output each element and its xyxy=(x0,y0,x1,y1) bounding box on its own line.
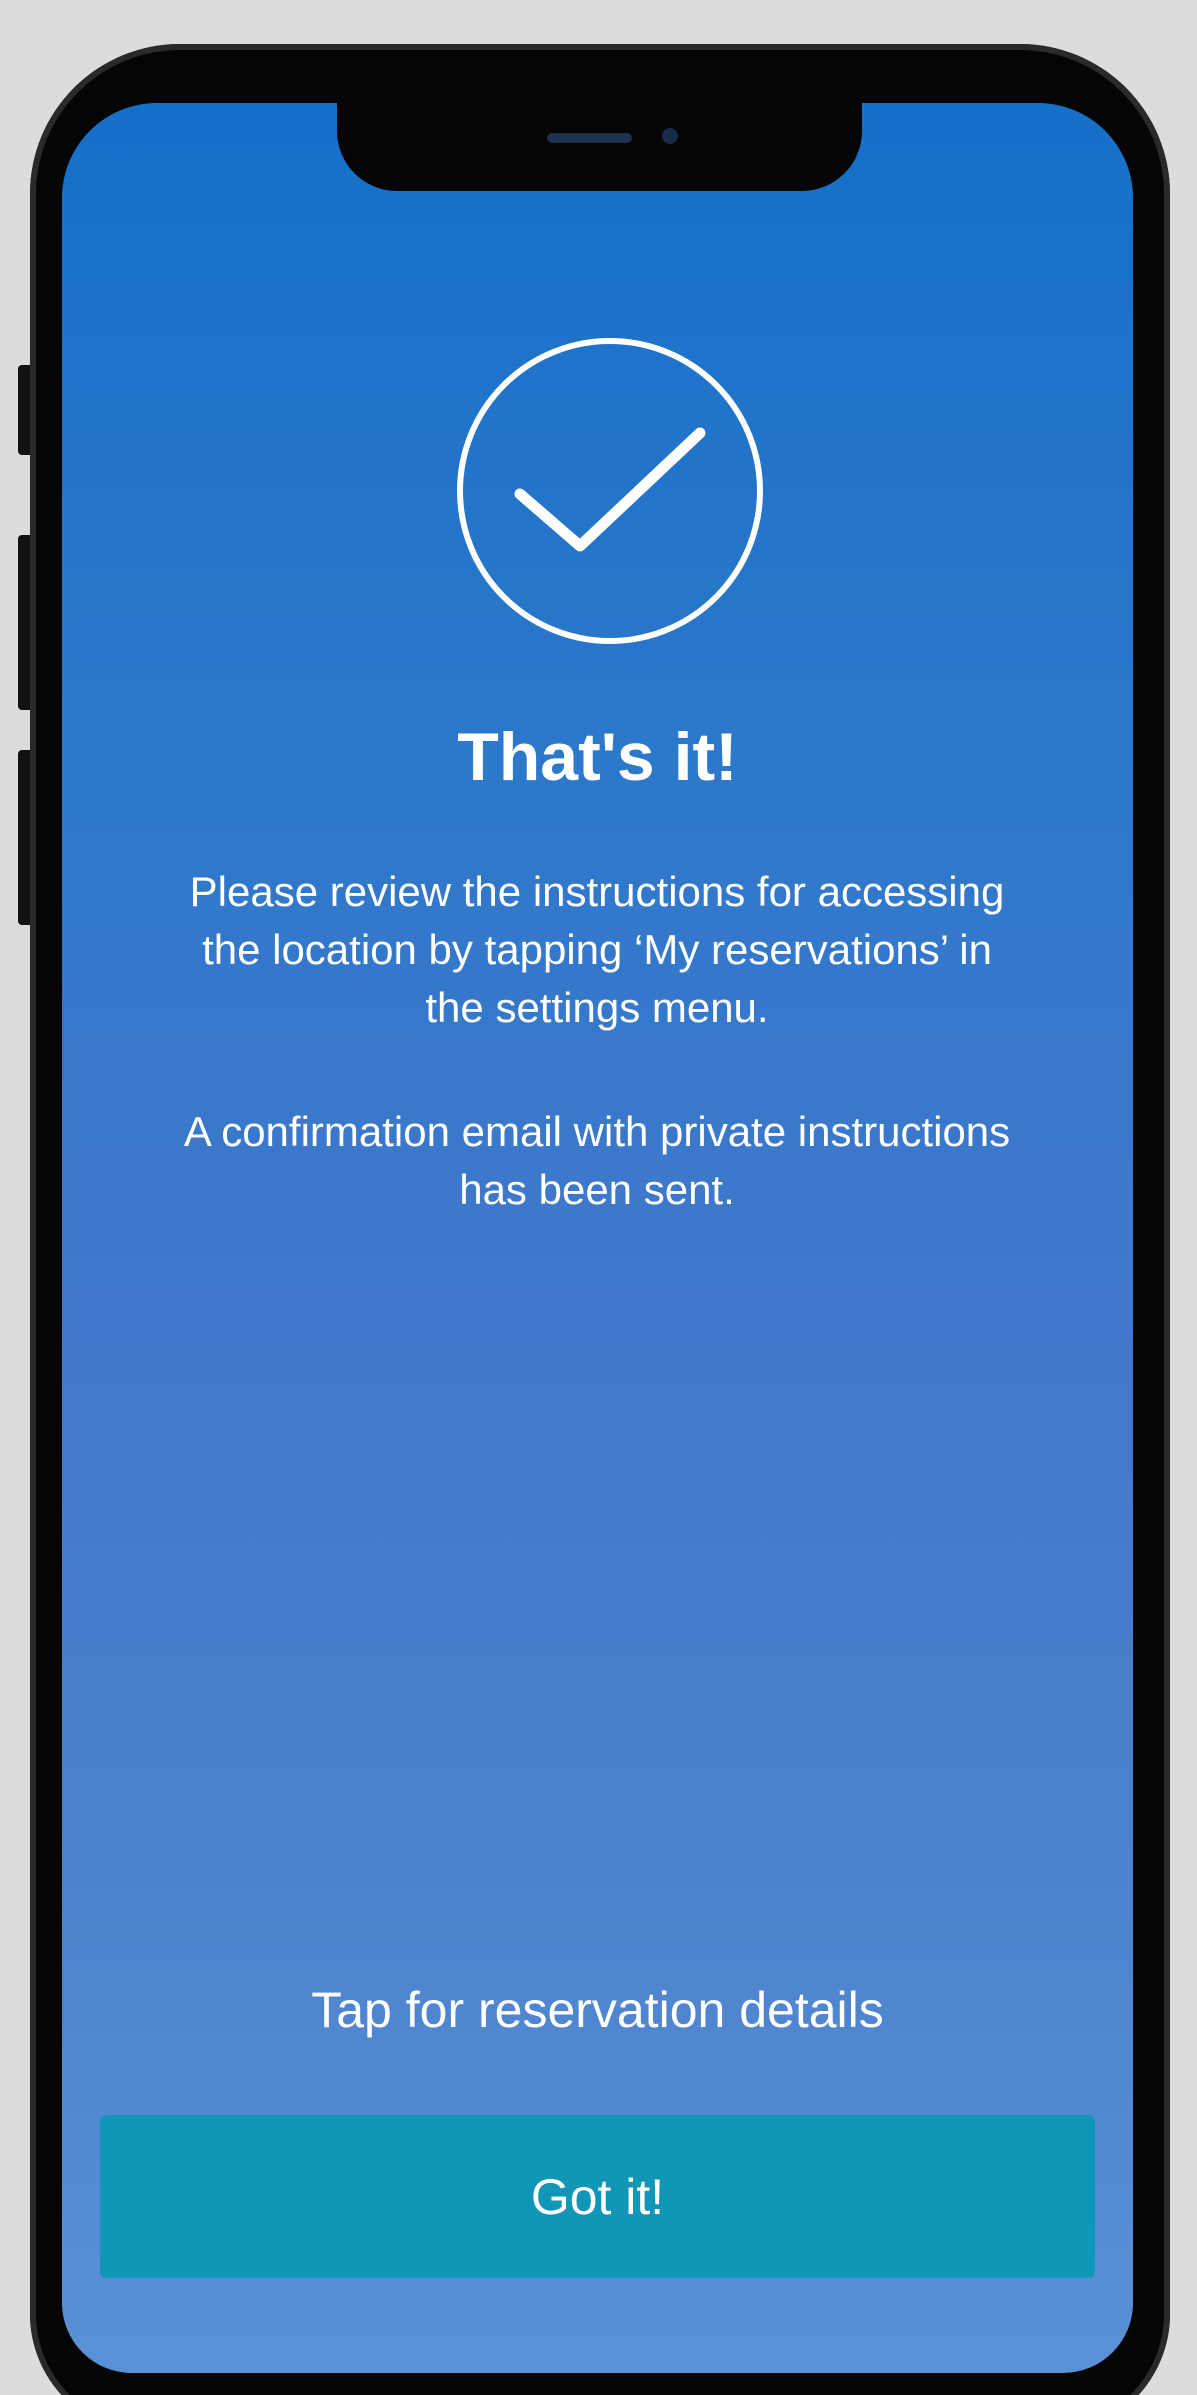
review-instructions-text: Please review the instructions for acces… xyxy=(189,868,1005,1031)
email-notice-text: A confirmation email with private instru… xyxy=(183,1108,1011,1213)
front-camera xyxy=(662,128,678,144)
confirmation-screen: That's it! Please review the instruction… xyxy=(62,103,1133,2373)
checkmark-circle-icon xyxy=(457,338,763,644)
got-it-button[interactable]: Got it! xyxy=(100,2115,1095,2278)
notch xyxy=(337,103,862,191)
speaker xyxy=(547,133,632,143)
reservation-details-link[interactable]: Tap for reservation details xyxy=(62,1980,1133,2040)
stage: That's it! Please review the instruction… xyxy=(0,0,1197,2395)
page-title: That's it! xyxy=(457,719,738,795)
